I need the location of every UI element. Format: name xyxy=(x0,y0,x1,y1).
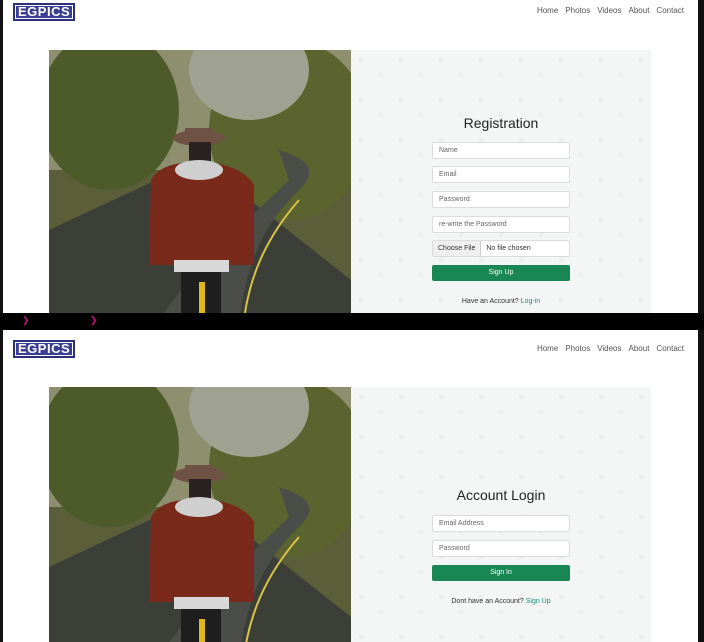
login-form: Account Login Email Address Password Sig… xyxy=(351,387,651,642)
frame-left xyxy=(0,0,3,313)
hero-photo xyxy=(49,387,351,642)
nav-contact[interactable]: Contact xyxy=(656,344,684,353)
hero-photo xyxy=(49,50,351,313)
email-field[interactable]: Email xyxy=(432,166,570,183)
email-address-field[interactable]: Email Address xyxy=(432,515,570,532)
nav-videos[interactable]: Videos xyxy=(597,344,621,353)
nav-about[interactable]: About xyxy=(629,344,650,353)
site-logo[interactable]: EGPICS xyxy=(13,340,76,358)
password-field[interactable]: Password xyxy=(432,191,570,208)
login-prompt: Have an Account? Log-in xyxy=(351,298,651,305)
nav-home[interactable]: Home xyxy=(537,344,558,353)
password-field[interactable]: Password xyxy=(432,540,570,557)
nav-contact[interactable]: Contact xyxy=(656,6,684,15)
sign-up-button[interactable]: Sign Up xyxy=(432,265,570,281)
form-title: Registration xyxy=(463,115,539,131)
nav-about[interactable]: About xyxy=(629,6,650,15)
sign-in-button[interactable]: Sign In xyxy=(432,565,570,581)
separator-strip: ❯ ❯ xyxy=(0,313,704,330)
signup-prompt-text: Dont have an Account? xyxy=(451,598,524,605)
file-status: No file chosen xyxy=(486,245,531,252)
file-input[interactable]: Choose File No file chosen xyxy=(432,240,570,257)
main-nav: Home Photos Videos About Contact xyxy=(537,6,684,15)
signup-prompt: Dont have an Account? Sign Up xyxy=(351,598,651,605)
frame-left xyxy=(0,330,3,642)
nav-photos[interactable]: Photos xyxy=(565,344,590,353)
main-nav: Home Photos Videos About Contact xyxy=(537,344,684,353)
site-logo[interactable]: EGPICS xyxy=(13,3,76,21)
sign-up-link[interactable]: Sign Up xyxy=(526,598,551,605)
frame-right xyxy=(698,0,704,313)
form-title: Account Login xyxy=(456,487,546,503)
nav-home[interactable]: Home xyxy=(537,6,558,15)
chevron-right-icon: ❯ xyxy=(22,315,30,325)
frame-right xyxy=(698,330,704,642)
registration-form: Registration Name Email Password re-writ… xyxy=(351,50,651,313)
nav-photos[interactable]: Photos xyxy=(565,6,590,15)
registration-screen: EGPICS Home Photos Videos About Contact xyxy=(0,0,704,313)
login-screen: EGPICS Home Photos Videos About Contact xyxy=(0,330,704,642)
name-field[interactable]: Name xyxy=(432,142,570,159)
chevron-right-icon: ❯ xyxy=(90,315,98,325)
login-prompt-text: Have an Account? xyxy=(461,298,519,305)
choose-file-button[interactable]: Choose File xyxy=(433,241,482,256)
nav-videos[interactable]: Videos xyxy=(597,6,621,15)
repassword-field[interactable]: re-write the Password xyxy=(432,216,570,233)
login-link[interactable]: Log-in xyxy=(521,298,540,305)
